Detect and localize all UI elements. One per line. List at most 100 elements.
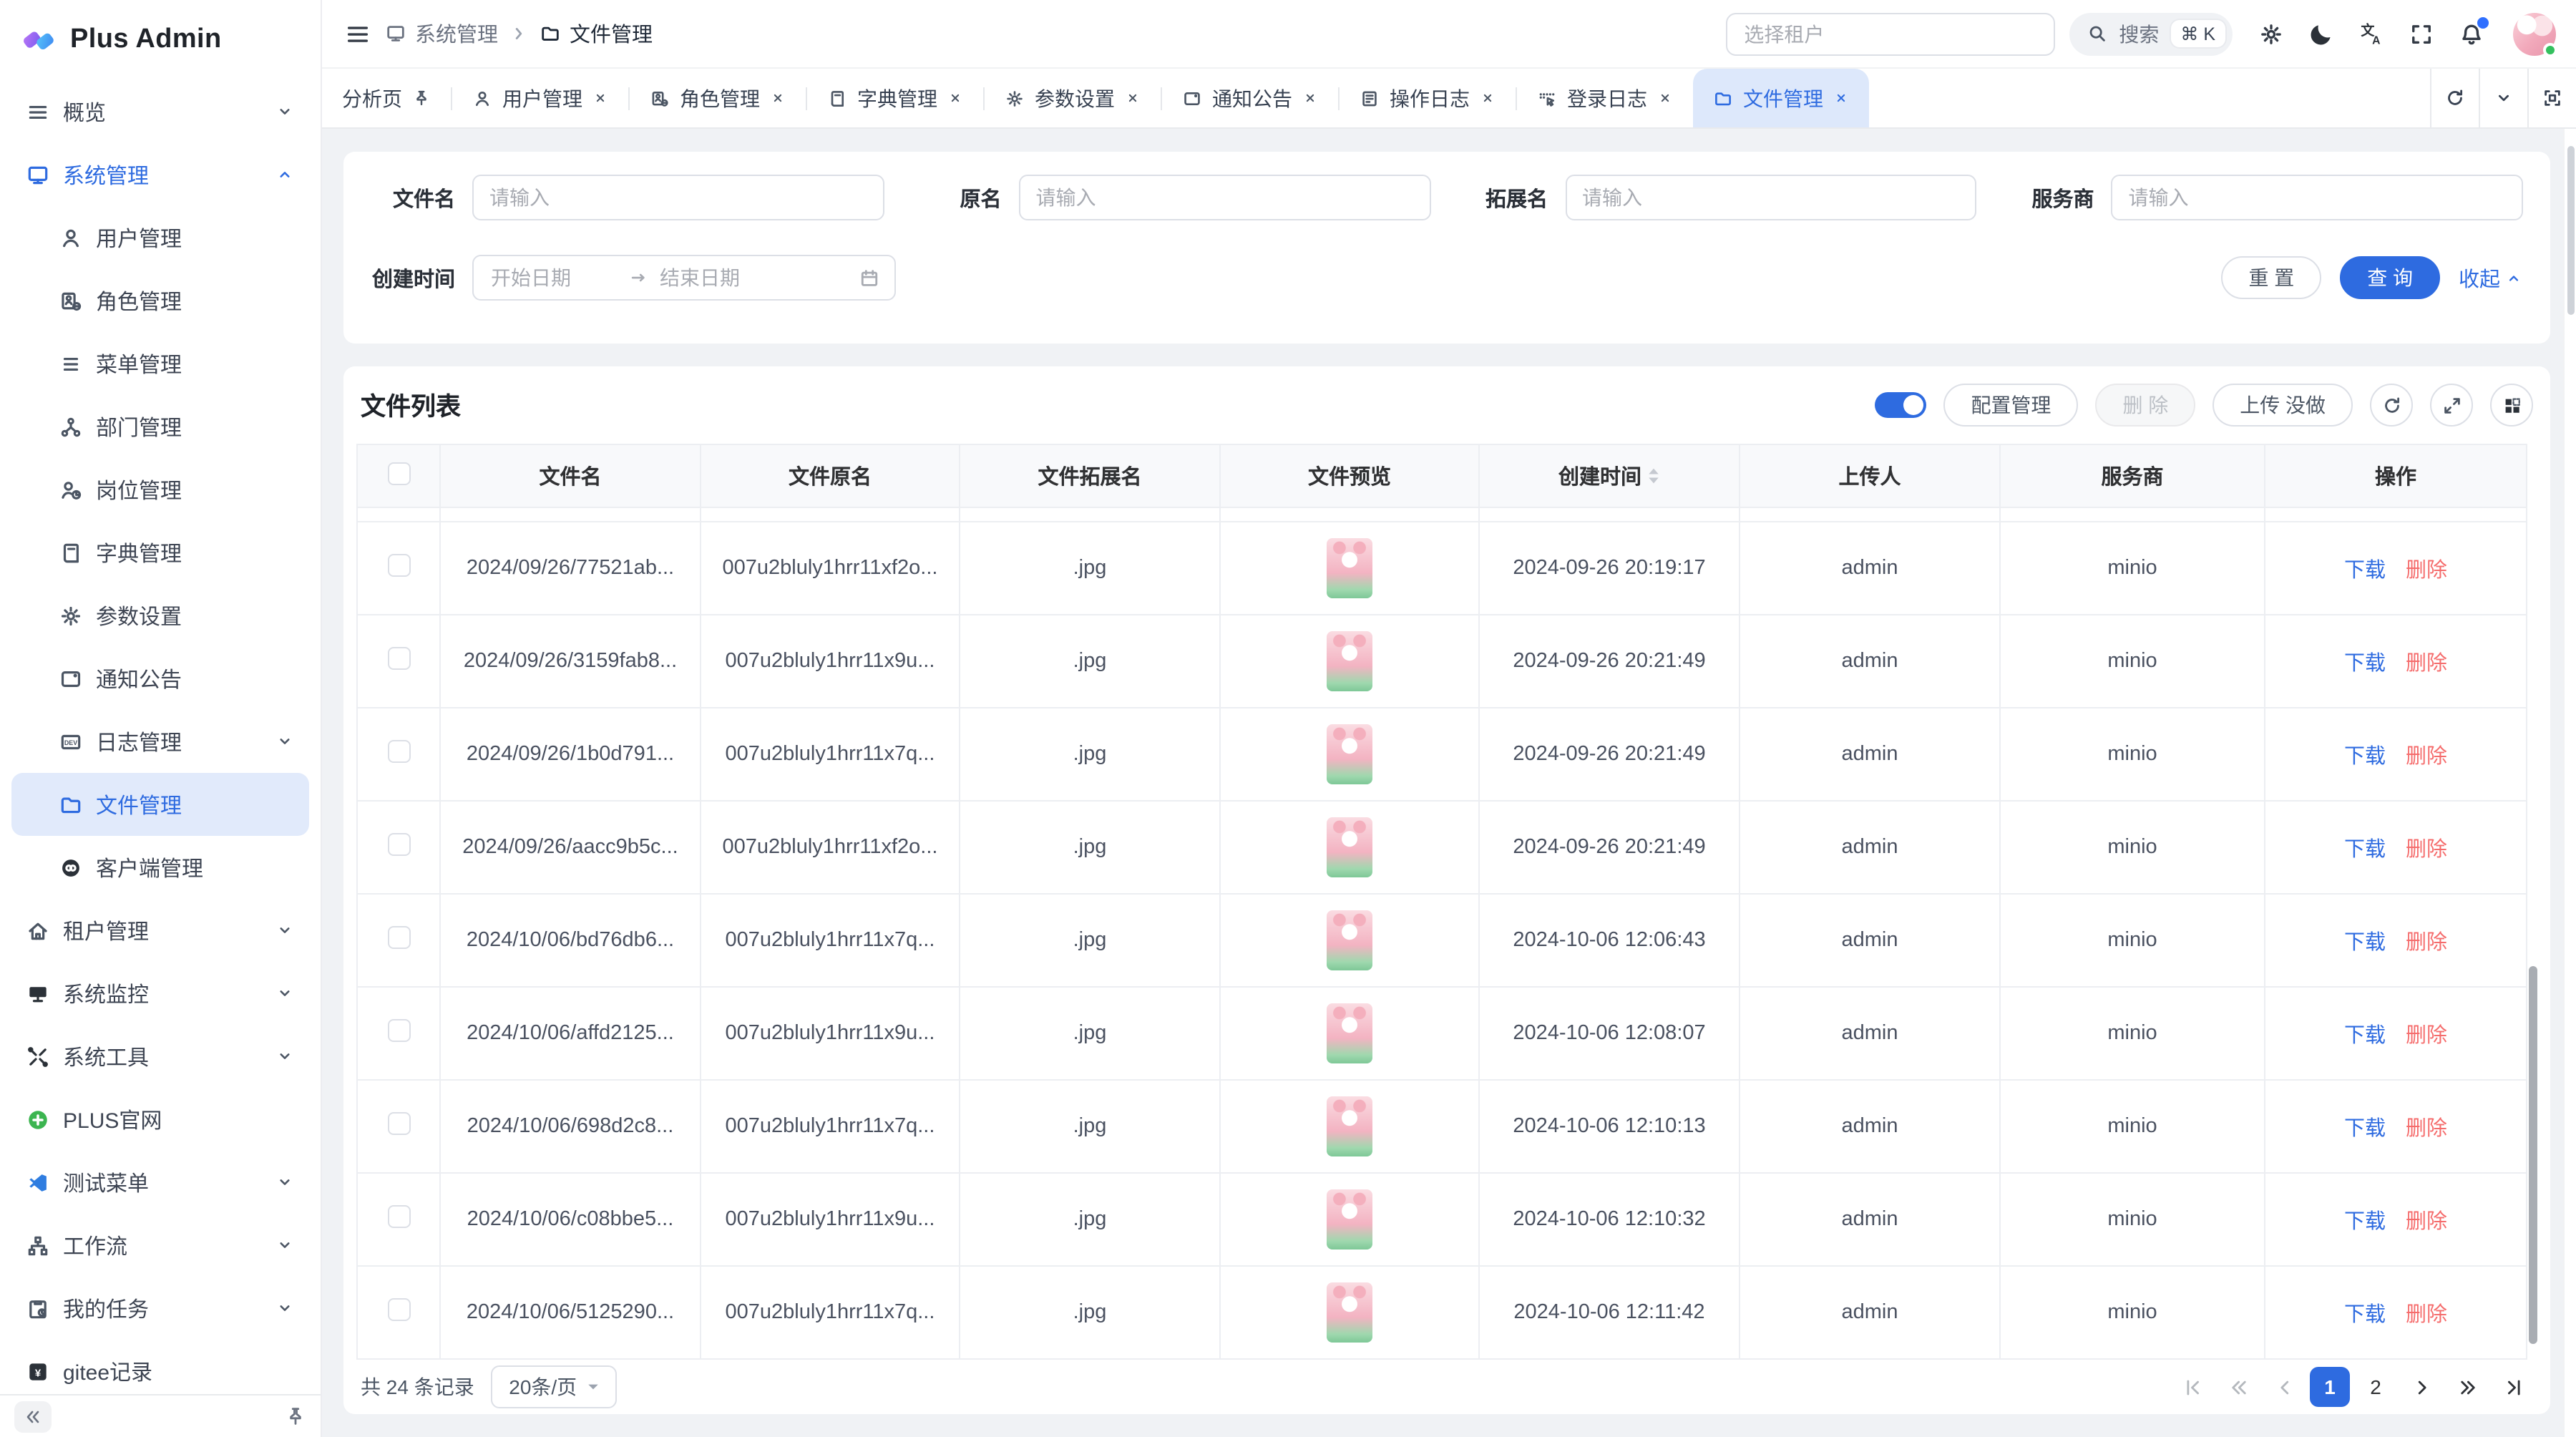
download-link[interactable]: 下载 bbox=[2344, 1018, 2386, 1048]
row-checkbox[interactable] bbox=[387, 1112, 410, 1135]
delete-link[interactable]: 删除 bbox=[2406, 1018, 2447, 1048]
column-header-4[interactable]: 创建时间 bbox=[1479, 444, 1740, 507]
row-checkbox[interactable] bbox=[387, 926, 410, 949]
sidebar-item-3[interactable]: 角色管理 bbox=[11, 269, 309, 332]
file-preview-thumbnail[interactable] bbox=[1327, 1282, 1372, 1343]
tab-close-icon[interactable] bbox=[1302, 90, 1318, 106]
download-link[interactable]: 下载 bbox=[2344, 553, 2386, 583]
file-preview-thumbnail[interactable] bbox=[1327, 1003, 1372, 1063]
tab-menu-chevron-icon[interactable] bbox=[2479, 69, 2527, 127]
sidebar-item-5[interactable]: 部门管理 bbox=[11, 395, 309, 458]
tab-close-icon[interactable] bbox=[1480, 90, 1496, 106]
tab-0[interactable]: 分析页 bbox=[322, 69, 451, 127]
download-link[interactable]: 下载 bbox=[2344, 1111, 2386, 1141]
delete-link[interactable]: 删除 bbox=[2406, 1204, 2447, 1234]
dark-mode-moon-icon[interactable] bbox=[2308, 21, 2334, 47]
upload-button[interactable]: 上传 没做 bbox=[2212, 384, 2353, 427]
tab-2[interactable]: 角色管理 bbox=[630, 69, 806, 127]
tab-close-icon[interactable] bbox=[770, 90, 786, 106]
tenant-select[interactable] bbox=[1725, 12, 2054, 55]
file-preview-thumbnail[interactable] bbox=[1327, 724, 1372, 784]
sidebar-item-1[interactable]: 系统管理 bbox=[11, 143, 309, 206]
download-link[interactable]: 下载 bbox=[2344, 1204, 2386, 1234]
delete-link[interactable]: 删除 bbox=[2406, 646, 2447, 676]
notification-bell-icon[interactable] bbox=[2459, 21, 2484, 47]
sidebar-item-16[interactable]: PLUS官网 bbox=[11, 1088, 309, 1151]
tab-refresh-icon[interactable] bbox=[2430, 69, 2479, 127]
select-all-checkbox[interactable] bbox=[387, 462, 410, 484]
sidebar-item-11[interactable]: 文件管理 bbox=[11, 773, 309, 836]
download-link[interactable]: 下载 bbox=[2344, 739, 2386, 769]
file-preview-thumbnail[interactable] bbox=[1327, 910, 1372, 970]
row-checkbox[interactable] bbox=[387, 833, 410, 856]
filter-field-input-0[interactable] bbox=[472, 175, 884, 220]
delete-link[interactable]: 删除 bbox=[2406, 553, 2447, 583]
date-range-picker[interactable] bbox=[472, 255, 896, 301]
tab-close-icon[interactable] bbox=[1833, 90, 1849, 106]
tab-1[interactable]: 用户管理 bbox=[452, 69, 628, 127]
sidebar-item-12[interactable]: 客户端管理 bbox=[11, 836, 309, 899]
settings-gear-icon[interactable] bbox=[2258, 21, 2284, 47]
breadcrumb-item-system[interactable]: 系统管理 bbox=[385, 19, 498, 49]
fullscreen-icon[interactable] bbox=[2409, 21, 2434, 47]
row-checkbox[interactable] bbox=[387, 1298, 410, 1321]
file-preview-thumbnail[interactable] bbox=[1327, 1189, 1372, 1250]
collapse-filter-link[interactable]: 收起 bbox=[2459, 263, 2523, 293]
tab-5[interactable]: 通知公告 bbox=[1162, 69, 1338, 127]
tab-6[interactable]: 操作日志 bbox=[1340, 69, 1516, 127]
sidebar-toggle-icon[interactable] bbox=[345, 21, 371, 47]
search-panel-toggle[interactable] bbox=[1875, 392, 1926, 418]
sidebar-item-8[interactable]: 参数设置 bbox=[11, 584, 309, 647]
sidebar-item-15[interactable]: 系统工具 bbox=[11, 1025, 309, 1088]
table-refresh-icon[interactable] bbox=[2370, 384, 2413, 427]
content-fullscreen-icon[interactable] bbox=[2527, 69, 2576, 127]
jump-back-button[interactable] bbox=[2218, 1367, 2258, 1407]
translate-icon[interactable]: 文 A bbox=[2358, 21, 2384, 47]
tab-4[interactable]: 参数设置 bbox=[985, 69, 1161, 127]
tab-close-icon[interactable] bbox=[947, 90, 963, 106]
config-manage-button[interactable]: 配置管理 bbox=[1943, 384, 2078, 427]
sidebar-item-2[interactable]: 用户管理 bbox=[11, 206, 309, 269]
sidebar-item-14[interactable]: 系统监控 bbox=[11, 962, 309, 1025]
pin-icon[interactable] bbox=[412, 89, 431, 107]
batch-delete-button[interactable]: 删 除 bbox=[2095, 384, 2195, 427]
global-search-button[interactable]: 搜索 ⌘ K bbox=[2069, 12, 2233, 55]
tab-8[interactable]: 文件管理 bbox=[1693, 69, 1869, 127]
column-settings-icon[interactable] bbox=[2490, 384, 2533, 427]
next-page-button[interactable] bbox=[2401, 1367, 2441, 1407]
tab-close-icon[interactable] bbox=[592, 90, 608, 106]
filter-field-input-1[interactable] bbox=[1019, 175, 1431, 220]
table-scrollbar-thumb[interactable] bbox=[2529, 966, 2537, 1344]
download-link[interactable]: 下载 bbox=[2344, 646, 2386, 676]
start-date-input[interactable] bbox=[488, 265, 620, 291]
sidebar-pin-icon[interactable] bbox=[285, 1406, 306, 1427]
download-link[interactable]: 下载 bbox=[2344, 925, 2386, 955]
row-checkbox[interactable] bbox=[387, 554, 410, 577]
download-link[interactable]: 下载 bbox=[2344, 832, 2386, 862]
sidebar-item-19[interactable]: 我的任务 bbox=[11, 1277, 309, 1340]
sidebar-item-20[interactable]: ¥gitee记录 bbox=[11, 1340, 309, 1394]
tab-3[interactable]: 字典管理 bbox=[807, 69, 983, 127]
sidebar-item-7[interactable]: 字典管理 bbox=[11, 521, 309, 584]
sidebar-item-6[interactable]: 岗位管理 bbox=[11, 458, 309, 521]
tab-close-icon[interactable] bbox=[1125, 90, 1141, 106]
sort-carets-icon[interactable] bbox=[1647, 467, 1660, 485]
page-button-1[interactable]: 1 bbox=[2310, 1367, 2350, 1407]
first-page-button[interactable] bbox=[2172, 1367, 2212, 1407]
page-scrollbar[interactable] bbox=[2563, 129, 2576, 1437]
sidebar-item-17[interactable]: 测试菜单 bbox=[11, 1151, 309, 1214]
file-preview-thumbnail[interactable] bbox=[1327, 817, 1372, 877]
file-preview-thumbnail[interactable] bbox=[1327, 538, 1372, 598]
delete-link[interactable]: 删除 bbox=[2406, 1111, 2447, 1141]
filter-field-input-3[interactable] bbox=[2112, 175, 2524, 220]
query-button[interactable]: 查 询 bbox=[2340, 256, 2440, 299]
user-avatar[interactable] bbox=[2513, 12, 2556, 55]
tab-close-icon[interactable] bbox=[1657, 90, 1673, 106]
delete-link[interactable]: 删除 bbox=[2406, 832, 2447, 862]
row-checkbox[interactable] bbox=[387, 1019, 410, 1042]
sidebar-item-4[interactable]: 菜单管理 bbox=[11, 332, 309, 395]
sidebar-collapse-button[interactable] bbox=[14, 1401, 52, 1432]
previous-page-button[interactable] bbox=[2264, 1367, 2304, 1407]
row-checkbox[interactable] bbox=[387, 1205, 410, 1228]
sidebar-item-10[interactable]: DEV日志管理 bbox=[11, 710, 309, 773]
